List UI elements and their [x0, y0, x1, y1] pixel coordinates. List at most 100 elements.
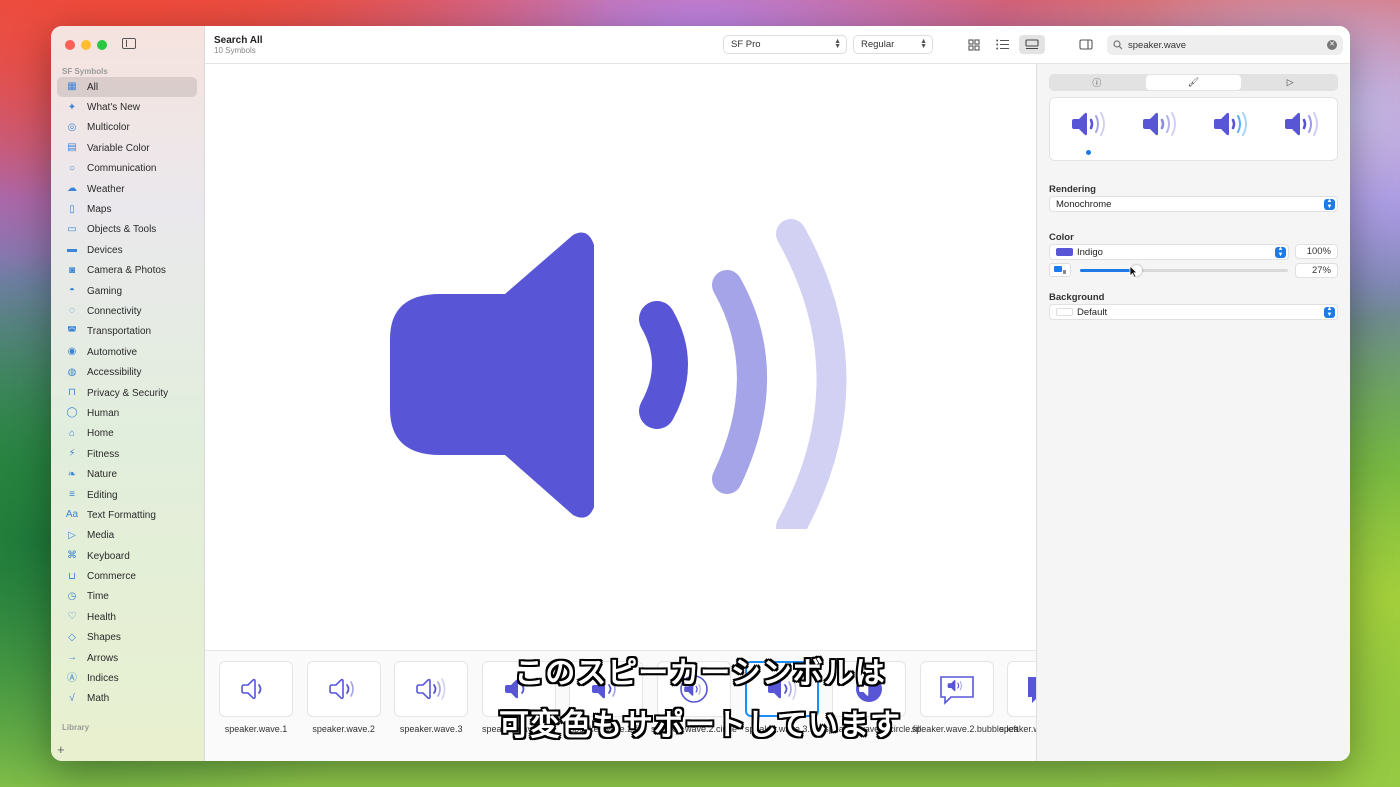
background-swatch [1056, 308, 1073, 316]
color-select[interactable]: Indigo ▲ ▼ [1049, 244, 1289, 260]
sidebar-item-accessibility[interactable]: ◍ Accessibility [57, 362, 197, 382]
sidebar-item-label: What's New [87, 102, 141, 114]
inspector-tabs: ⓘ 🖌 ▷ [1049, 74, 1338, 91]
leaf-icon: ❧ [67, 468, 77, 480]
font-select[interactable]: SF Pro ▲ ▼ [723, 35, 847, 54]
clear-search-icon[interactable]: ✕ [1327, 40, 1337, 50]
monochrome-mode-icon[interactable] [1070, 110, 1108, 138]
symbol-count: 10 Symbols [214, 46, 256, 55]
sidebar-item-connectivity[interactable]: ◌ Connectivity [57, 301, 197, 321]
inspector-toggle-button[interactable] [1075, 35, 1097, 54]
sidebar-section-header: SF Symbols [62, 67, 108, 76]
palette-mode-icon[interactable] [1212, 110, 1250, 138]
sidebar-item-editing[interactable]: ≡ Editing [57, 485, 197, 505]
list-view-icon [995, 39, 1009, 50]
rendering-mode-picker [1049, 97, 1338, 161]
person-icon: ◯ [66, 407, 78, 419]
chevron-updown-icon: ▲ ▼ [1275, 246, 1286, 258]
sidebar-item-health[interactable]: ♡ Health [57, 607, 197, 627]
sidebar-item-time[interactable]: ◷ Time [57, 587, 197, 607]
sidebar-item-automotive[interactable]: ◉ Automotive [57, 342, 197, 362]
add-collection-button[interactable]: + [57, 742, 65, 757]
weight-select[interactable]: Regular ▲ ▼ [853, 35, 933, 54]
variable-value-field[interactable]: 27% [1295, 263, 1338, 278]
sidebar-item-label: Communication [87, 163, 157, 175]
sidebar-item-media[interactable]: ▷ Media [57, 526, 197, 546]
command-icon: ⌘ [67, 550, 77, 562]
sidebar-item-label: Maps [87, 204, 112, 216]
color-opacity-field[interactable]: 100% [1295, 244, 1338, 259]
sidebar-item-label: Connectivity [87, 305, 142, 317]
tab-rendering[interactable]: 🖌 [1145, 75, 1242, 90]
sidebar-item-weather[interactable]: ☁ Weather [57, 179, 197, 199]
sidebar-toggle-icon[interactable] [122, 38, 136, 49]
variable-value-icon[interactable] [1049, 263, 1071, 277]
gallery-view-icon [1025, 39, 1039, 50]
sidebar-item-label: Text Formatting [87, 509, 156, 521]
sidebar-item-multicolor[interactable]: ◎ Multicolor [57, 118, 197, 138]
rendering-select-value: Monochrome [1056, 198, 1112, 210]
sidebar-item-label: Commerce [87, 571, 136, 583]
sidebar-item-devices[interactable]: ▬ Devices [57, 240, 197, 260]
search-input-value[interactable]: speaker.wave [1128, 40, 1186, 51]
sidebar-item-variable-color[interactable]: ▤ Variable Color [57, 138, 197, 158]
chevron-updown-icon: ▲ ▼ [1324, 306, 1335, 318]
subtitle-line-1: このスピーカーシンボルは [514, 657, 886, 690]
variable-color-icon: ▤ [67, 142, 77, 154]
grid-icon: ▦ [67, 81, 77, 93]
close-window-button[interactable] [65, 40, 75, 50]
sidebar-item-label: Objects & Tools [87, 224, 157, 236]
sidebar-item-text-formatting[interactable]: Aa Text Formatting [57, 505, 197, 525]
background-select-value: Default [1077, 306, 1108, 318]
tab-info[interactable]: ⓘ [1049, 74, 1145, 91]
sidebar-item-gaming[interactable]: ◓ Gaming [57, 281, 197, 301]
figure-run-icon: ⚡ [68, 448, 76, 460]
sidebar-item-privacy-security[interactable]: ⊓ Privacy & Security [57, 383, 197, 403]
hierarchical-mode-icon[interactable] [1141, 110, 1179, 138]
sidebar-item-label: All [87, 81, 99, 93]
sidebar-item-keyboard[interactable]: ⌘ Keyboard [57, 546, 197, 566]
background-select[interactable]: Default ▲ ▼ [1049, 304, 1338, 320]
list-view-button[interactable] [991, 35, 1013, 54]
sidebar-item-objects-tools[interactable]: ▭ Objects & Tools [57, 220, 197, 240]
sidebar-item-label: Devices [87, 244, 123, 256]
grid-view-button[interactable] [963, 35, 985, 54]
sidebar-item-label: Human [87, 407, 120, 419]
sidebar-item-camera-photos[interactable]: ◙ Camera & Photos [57, 261, 197, 281]
mouse-cursor-icon [1129, 265, 1138, 278]
sidebar-item-transportation[interactable]: ◚ Transportation [57, 322, 197, 342]
sidebar-item-label: Accessibility [87, 367, 142, 379]
minimize-window-button[interactable] [81, 40, 91, 50]
sidebar-item-label: Fitness [87, 448, 120, 460]
sidebar-item-nature[interactable]: ❧ Nature [57, 464, 197, 484]
sidebar-item-home[interactable]: ⌂ Home [57, 424, 197, 444]
sidebar-item-commerce[interactable]: ⊔ Commerce [57, 566, 197, 586]
rendering-select[interactable]: Monochrome ▲ ▼ [1049, 196, 1338, 212]
toolbar: Search All 10 Symbols SF Pro ▲ ▼ Regular … [205, 26, 1350, 64]
variable-value-slider-fill [1080, 269, 1137, 272]
sidebar-item-label: Automotive [87, 346, 138, 358]
search-field[interactable]: speaker.wave ✕ [1107, 35, 1343, 55]
camera-icon: ◙ [68, 264, 76, 276]
page-title: Search All [214, 35, 263, 46]
sidebar-item-all[interactable]: ▦ All [57, 77, 197, 98]
tab-animation[interactable]: ▷ [1242, 74, 1338, 91]
sidebar-item-fitness[interactable]: ⚡ Fitness [57, 444, 197, 464]
sidebar-item-shapes[interactable]: ◇ Shapes [57, 628, 197, 648]
sidebar-item-human[interactable]: ◯ Human [57, 403, 197, 423]
map-icon: ▯ [69, 203, 75, 215]
sidebar-item-what-s-new[interactable]: ✦ What's New [57, 97, 197, 117]
multicolor-mode-icon[interactable] [1283, 110, 1321, 138]
cloud-sun-icon: ☁ [67, 183, 77, 195]
steering-wheel-icon: ◉ [67, 346, 77, 358]
search-icon [1113, 40, 1123, 50]
variable-value-slider[interactable] [1080, 265, 1288, 276]
textformat-icon: Aa [65, 509, 79, 521]
weight-select-value: Regular [861, 39, 895, 50]
sidebar-item-communication[interactable]: ○ Communication [57, 159, 197, 179]
zoom-window-button[interactable] [97, 40, 107, 50]
car-icon: ◚ [67, 325, 77, 337]
gallery-view-button[interactable] [1019, 35, 1045, 54]
sidebar-item-label: Gaming [87, 285, 123, 297]
sidebar-item-maps[interactable]: ▯ Maps [57, 199, 197, 219]
